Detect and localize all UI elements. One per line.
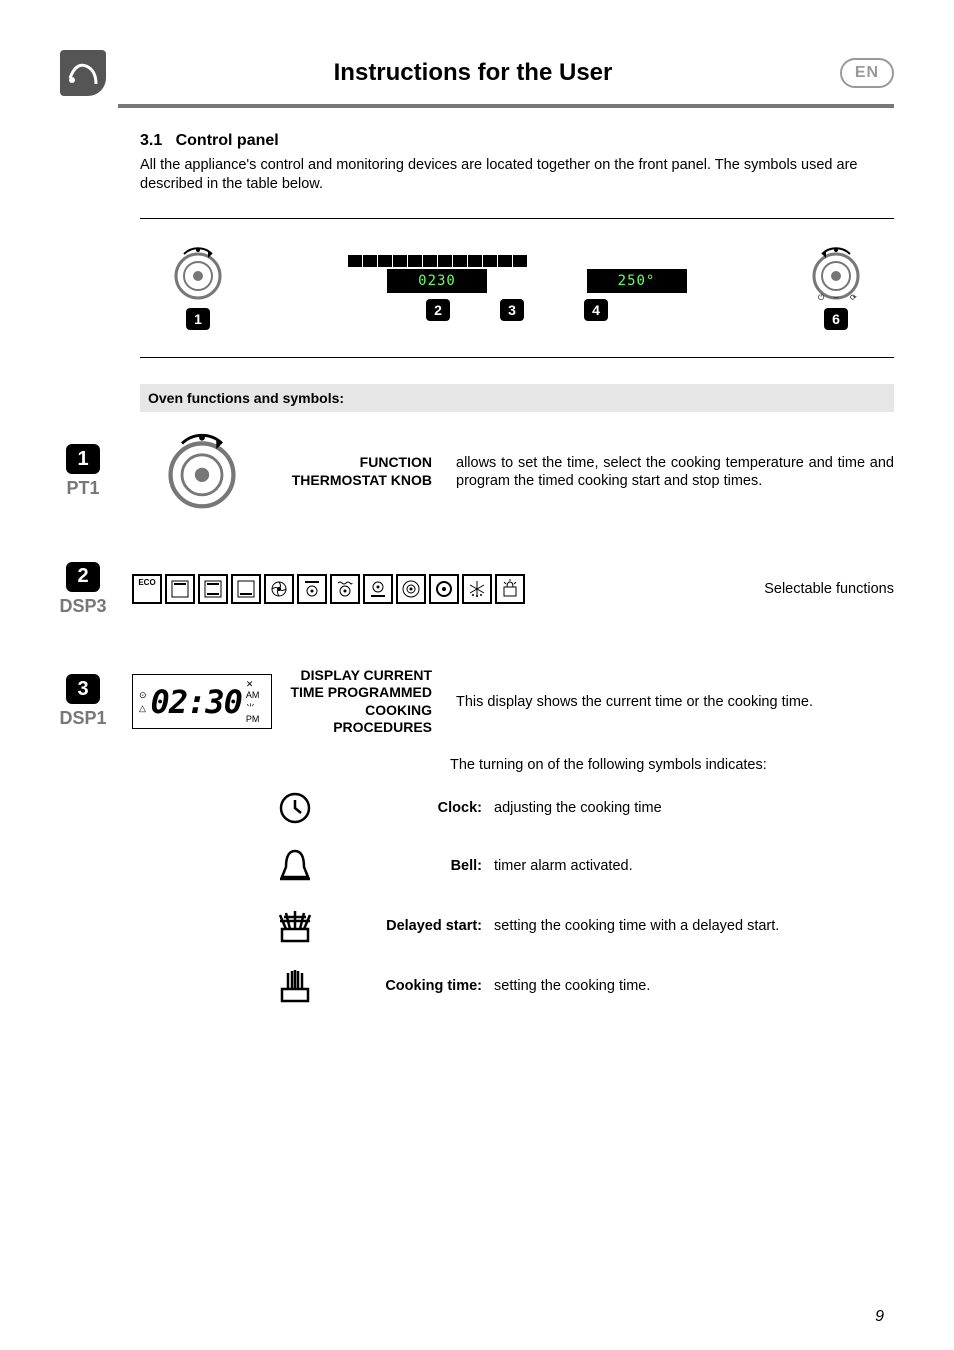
fan-icon [264,574,294,604]
row1-desc: allows to set the time, select the cooki… [456,454,894,490]
ring-icon [429,574,459,604]
eco-icon: ECO [132,574,162,604]
symbol-term: Clock: [332,800,482,816]
symbol-term: Bell: [332,858,482,874]
svg-text:–: – [834,293,839,302]
row-dsp1: 3 DSP1 ⊙ △ 02:30 ✕ AM ⺌ PM DISPLAY CURRE… [140,667,894,737]
section-heading: 3.1 Control panel [140,132,894,150]
knob-icon [162,432,242,512]
svg-text:⏻: ⏻ [818,293,825,302]
lower-heat-icon [231,574,261,604]
upper-lower-heat-icon [198,574,228,604]
callout-1: 1 [186,308,210,330]
fan-grill-icon [330,574,360,604]
clock-mini-icon: ⊙ [139,690,147,701]
page-header: Instructions for the User EN [60,50,894,96]
section-number: 3.1 [140,132,162,149]
time-digits: 02:30 [151,683,242,721]
brand-logo [60,50,106,96]
fan-upper-icon [297,574,327,604]
function-icons-strip: ECO [132,574,525,604]
row-pt1: 1 PT1 FUNCTION THERMOSTAT KNOB allows to… [140,432,894,512]
symbol-desc: adjusting the cooking time [494,800,662,816]
fan-ring-icon [396,574,426,604]
row1-term: FUNCTION THERMOSTAT KNOB [284,454,444,489]
row2-desc: Selectable functions [537,580,894,598]
header-divider [118,104,894,108]
subheading: Oven functions and symbols: [140,384,894,412]
callout-4: 4 [584,299,608,321]
fan-lower-icon [363,574,393,604]
page-number: 9 [875,1308,884,1326]
badge-label-pt1: PT1 [66,478,99,499]
symbol-row-delayed: Delayed start: setting the cooking time … [270,907,894,945]
page-title: Instructions for the User [118,59,828,87]
cooking-time-icon [270,967,320,1005]
svg-text:⟳: ⟳ [850,293,857,302]
display-temp: 250° [587,269,687,293]
display-icons-left [348,255,527,267]
cooking-mini-icon: ⺌ PM [246,701,265,724]
bell-mini-icon: △ [139,703,147,714]
symbol-term: Delayed start: [332,918,482,934]
delayed-mini-icon: ✕ AM [246,679,265,700]
symbol-desc: timer alarm activated. [494,858,633,874]
badge-num-1: 1 [66,444,100,474]
language-badge: EN [840,58,894,88]
callout-3: 3 [500,299,524,321]
upper-heat-icon [165,574,195,604]
symbol-term: Cooking time: [332,978,482,994]
display-time: 0230 [387,269,487,293]
bell-icon [270,847,320,885]
symbol-intro: The turning on of the following symbols … [450,757,894,773]
symbol-desc: setting the cooking time with a delayed … [494,918,779,934]
knob-right-icon: ⏻ – ⟳ [808,246,864,302]
control-panel-figure: 1 0230 250° 2 3 4 [140,218,894,358]
badge-label-dsp3: DSP3 [59,596,106,617]
symbol-row-cooking-time: Cooking time: setting the cooking time. [270,967,894,1005]
symbol-desc: setting the cooking time. [494,978,650,994]
row3-desc: This display shows the current time or t… [456,693,894,711]
row-dsp3: 2 DSP3 ECO Selectable functions [140,562,894,617]
defrost-icon [462,574,492,604]
section-intro: All the appliance's control and monitori… [140,156,894,194]
clock-icon [270,791,320,825]
delayed-start-icon [270,907,320,945]
badge-num-3: 3 [66,674,100,704]
symbol-list: The turning on of the following symbols … [270,757,894,1005]
section-title-text: Control panel [176,132,279,149]
badge-num-2: 2 [66,562,100,592]
callout-2: 2 [426,299,450,321]
knob-left-icon [170,246,226,302]
pyrolytic-icon [495,574,525,604]
callout-6: 6 [824,308,848,330]
symbol-row-bell: Bell: timer alarm activated. [270,847,894,885]
symbol-row-clock: Clock: adjusting the cooking time [270,791,894,825]
row3-term: DISPLAY CURRENT TIME PROGRAMMED COOKING … [284,667,444,737]
time-display-figure: ⊙ △ 02:30 ✕ AM ⺌ PM [132,674,272,729]
badge-label-dsp1: DSP1 [59,708,106,729]
